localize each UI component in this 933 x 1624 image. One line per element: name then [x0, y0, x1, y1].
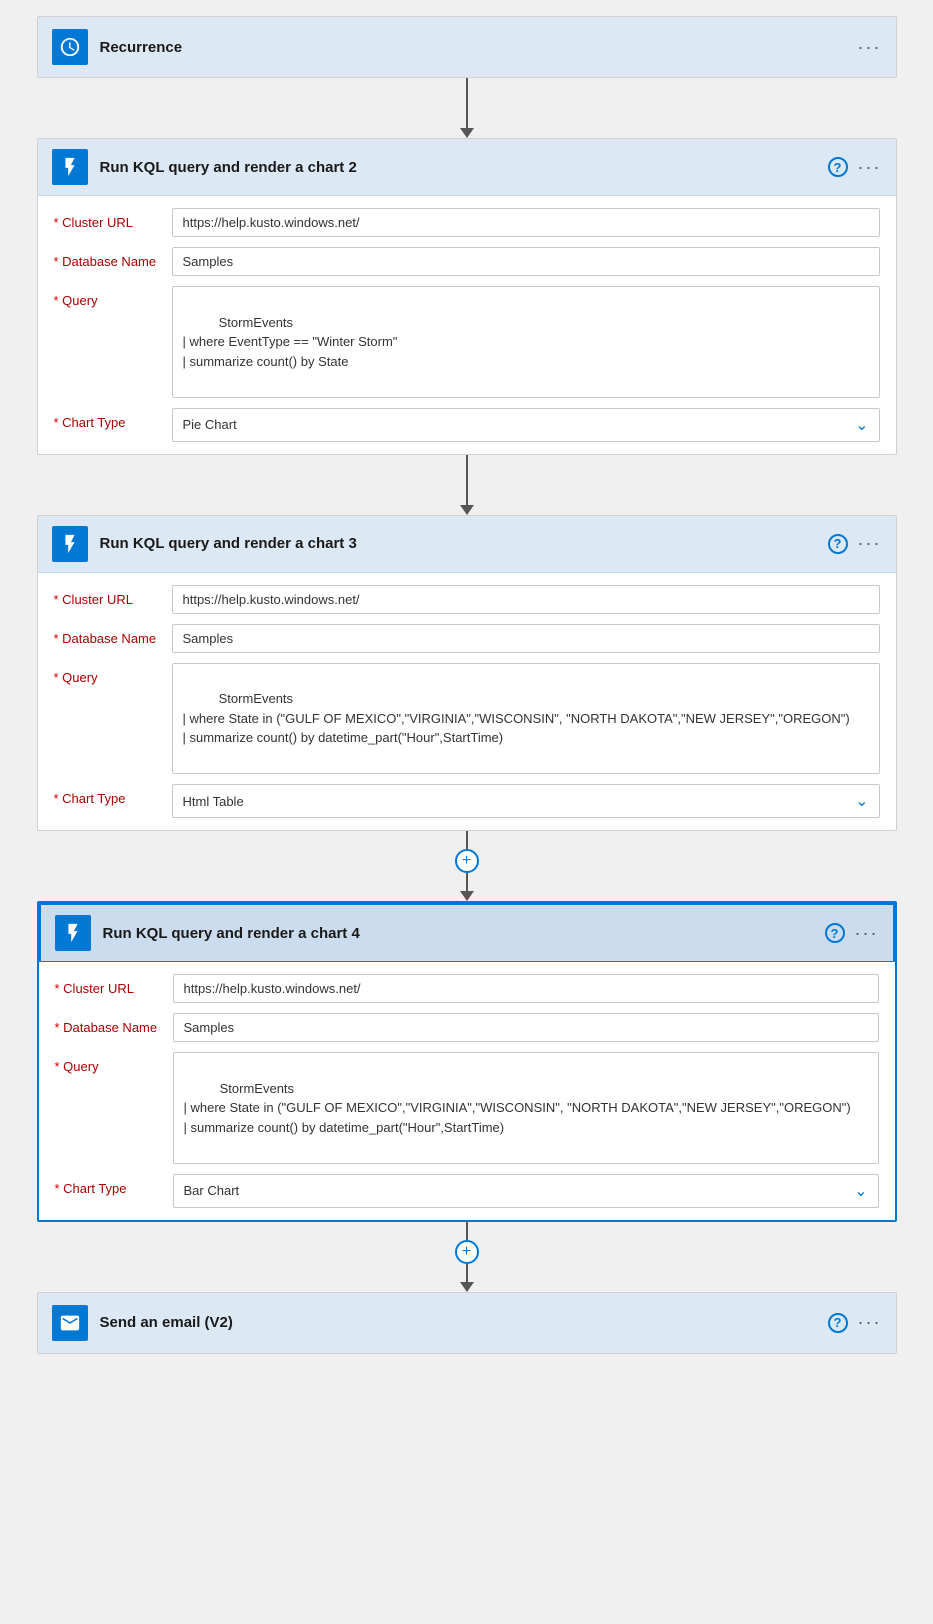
plus-connector-2: + — [455, 1222, 479, 1292]
connector-arrowhead — [460, 128, 474, 138]
plus-arrowhead — [460, 891, 474, 901]
plus-line-top-2 — [466, 1222, 468, 1240]
kql-lightning-icon — [59, 156, 81, 178]
kql-icon-2 — [52, 149, 88, 185]
plus-line-top — [466, 831, 468, 849]
chart-type-chevron-4: ⌄ — [854, 1181, 867, 1201]
kql-card-3-more-button[interactable]: ··· — [858, 533, 882, 554]
kql-lightning-icon-4 — [62, 922, 84, 944]
add-step-button-1[interactable]: + — [455, 849, 479, 873]
recurrence-title: Recurrence — [100, 39, 846, 56]
cluster-url-input-4[interactable]: https://help.kusto.windows.net/ — [173, 974, 879, 1003]
recurrence-actions: ··· — [858, 37, 882, 58]
email-svg-icon — [59, 1312, 81, 1334]
database-name-row-2: Database Name Samples — [54, 247, 880, 276]
connector-line — [466, 455, 468, 505]
kql-card-2-body: Cluster URL https://help.kusto.windows.n… — [38, 196, 896, 454]
database-name-label-3: Database Name — [54, 624, 164, 646]
send-email-help-button[interactable]: ? — [828, 1313, 848, 1333]
add-step-button-2[interactable]: + — [455, 1240, 479, 1264]
arrow-connector-2 — [460, 455, 474, 515]
kql-card-4: Run KQL query and render a chart 4 ? ···… — [37, 901, 897, 1222]
cluster-url-row-4: Cluster URL https://help.kusto.windows.n… — [55, 974, 879, 1003]
chart-type-row-4: Chart Type Bar Chart ⌄ — [55, 1174, 879, 1208]
page-container: Recurrence ··· Run KQL query and render … — [0, 0, 933, 1370]
chart-type-select-2[interactable]: Pie Chart ⌄ — [172, 408, 880, 442]
send-email-header: Send an email (V2) ? ··· — [38, 1293, 896, 1353]
query-row-2: Query StormEvents | where EventType == "… — [54, 286, 880, 398]
query-input-3[interactable]: StormEvents | where State in ("GULF OF M… — [172, 663, 880, 775]
send-email-title: Send an email (V2) — [100, 1314, 816, 1331]
query-label-4: Query — [55, 1052, 165, 1074]
query-input-2[interactable]: StormEvents | where EventType == "Winter… — [172, 286, 880, 398]
kql-card-3-title: Run KQL query and render a chart 3 — [100, 535, 816, 552]
query-input-4[interactable]: StormEvents | where State in ("GULF OF M… — [173, 1052, 879, 1164]
kql-card-3-body: Cluster URL https://help.kusto.windows.n… — [38, 573, 896, 831]
connector-line — [466, 78, 468, 128]
kql-card-4-title: Run KQL query and render a chart 4 — [103, 925, 813, 942]
recurrence-card: Recurrence ··· — [37, 16, 897, 78]
plus-arrowhead-2 — [460, 1282, 474, 1292]
recurrence-more-button[interactable]: ··· — [858, 37, 882, 58]
kql-card-2-title: Run KQL query and render a chart 2 — [100, 159, 816, 176]
cluster-url-row-2: Cluster URL https://help.kusto.windows.n… — [54, 208, 880, 237]
cluster-url-input-3[interactable]: https://help.kusto.windows.net/ — [172, 585, 880, 614]
kql-card-3-help-button[interactable]: ? — [828, 534, 848, 554]
kql-card-4-help-button[interactable]: ? — [825, 923, 845, 943]
plus-line-bottom-2 — [466, 1264, 468, 1282]
kql-card-4-header: Run KQL query and render a chart 4 ? ··· — [39, 903, 895, 962]
database-name-input-2[interactable]: Samples — [172, 247, 880, 276]
kql-card-3-actions: ? ··· — [828, 533, 882, 554]
query-row-3: Query StormEvents | where State in ("GUL… — [54, 663, 880, 775]
connector-arrowhead — [460, 505, 474, 515]
database-name-input-4[interactable]: Samples — [173, 1013, 879, 1042]
database-name-row-4: Database Name Samples — [55, 1013, 879, 1042]
kql-card-3-header: Run KQL query and render a chart 3 ? ··· — [38, 516, 896, 573]
kql-card-2-help-button[interactable]: ? — [828, 157, 848, 177]
query-row-4: Query StormEvents | where State in ("GUL… — [55, 1052, 879, 1164]
cluster-url-input-2[interactable]: https://help.kusto.windows.net/ — [172, 208, 880, 237]
database-name-label-2: Database Name — [54, 247, 164, 269]
query-label-2: Query — [54, 286, 164, 308]
chart-type-label-2: Chart Type — [54, 408, 164, 430]
database-name-row-3: Database Name Samples — [54, 624, 880, 653]
database-name-label-4: Database Name — [55, 1013, 165, 1035]
arrow-connector-1 — [460, 78, 474, 138]
recurrence-icon — [52, 29, 88, 65]
cluster-url-label-4: Cluster URL — [55, 974, 165, 996]
chart-type-row-2: Chart Type Pie Chart ⌄ — [54, 408, 880, 442]
plus-line-bottom — [466, 873, 468, 891]
cluster-url-label-3: Cluster URL — [54, 585, 164, 607]
chart-type-label-3: Chart Type — [54, 784, 164, 806]
database-name-input-3[interactable]: Samples — [172, 624, 880, 653]
chart-type-select-3[interactable]: Html Table ⌄ — [172, 784, 880, 818]
kql-lightning-icon-3 — [59, 533, 81, 555]
kql-card-4-body: Cluster URL https://help.kusto.windows.n… — [39, 962, 895, 1220]
clock-icon — [59, 36, 81, 58]
chart-type-chevron-2: ⌄ — [855, 415, 868, 435]
kql-card-2: Run KQL query and render a chart 2 ? ···… — [37, 138, 897, 455]
email-icon — [52, 1305, 88, 1341]
kql-card-3: Run KQL query and render a chart 3 ? ···… — [37, 515, 897, 832]
kql-icon-3 — [52, 526, 88, 562]
kql-card-2-more-button[interactable]: ··· — [858, 157, 882, 178]
cluster-url-label-2: Cluster URL — [54, 208, 164, 230]
send-email-actions: ? ··· — [828, 1312, 882, 1333]
plus-connector-1: + — [455, 831, 479, 901]
chart-type-chevron-3: ⌄ — [855, 791, 868, 811]
send-email-card: Send an email (V2) ? ··· — [37, 1292, 897, 1354]
recurrence-header: Recurrence ··· — [38, 17, 896, 77]
query-label-3: Query — [54, 663, 164, 685]
kql-card-2-header: Run KQL query and render a chart 2 ? ··· — [38, 139, 896, 196]
chart-type-label-4: Chart Type — [55, 1174, 165, 1196]
kql-card-4-more-button[interactable]: ··· — [855, 923, 879, 944]
kql-card-4-actions: ? ··· — [825, 923, 879, 944]
kql-icon-4 — [55, 915, 91, 951]
chart-type-row-3: Chart Type Html Table ⌄ — [54, 784, 880, 818]
chart-type-select-4[interactable]: Bar Chart ⌄ — [173, 1174, 879, 1208]
send-email-more-button[interactable]: ··· — [858, 1312, 882, 1333]
kql-card-2-actions: ? ··· — [828, 157, 882, 178]
cluster-url-row-3: Cluster URL https://help.kusto.windows.n… — [54, 585, 880, 614]
